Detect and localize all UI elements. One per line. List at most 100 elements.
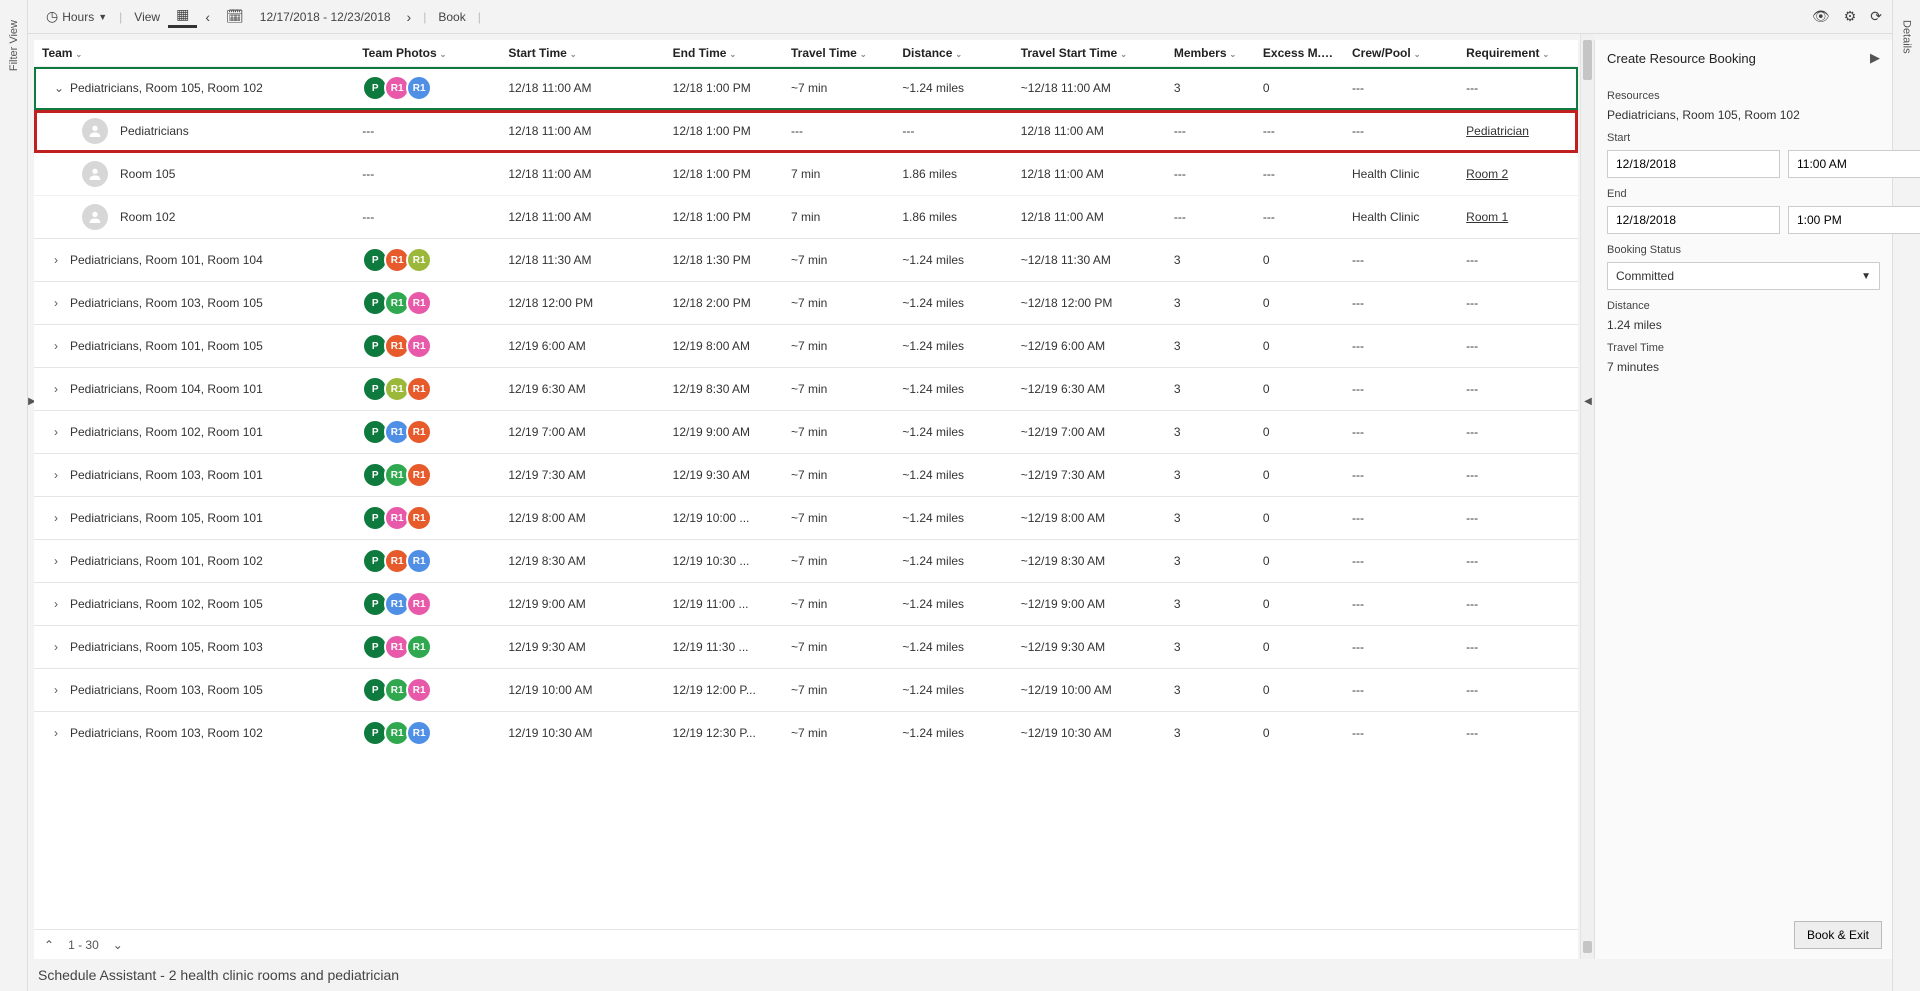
chevron-right-icon[interactable]: ›	[54, 511, 64, 525]
grid-scrollbar[interactable]	[1580, 34, 1594, 959]
start-label: Start	[1607, 132, 1880, 144]
panel-collapse-icon[interactable]: ▶	[1870, 50, 1880, 66]
distance-value: 1.24 miles	[1607, 318, 1880, 332]
chevron-right-icon[interactable]: ›	[54, 425, 64, 439]
pager-down-icon[interactable]: ⌄	[113, 938, 123, 952]
table-row[interactable]: ⌄Pediatricians, Room 105, Room 102PR1R11…	[34, 67, 1578, 110]
page-caption: Schedule Assistant - 2 health clinic roo…	[28, 959, 1892, 991]
table-row[interactable]: ›Pediatricians, Room 103, Room 102PR1R11…	[34, 712, 1578, 755]
team-photo: R1	[406, 591, 432, 617]
chevron-right-icon[interactable]: ›	[54, 554, 64, 568]
resources-value: Pediatricians, Room 105, Room 102	[1607, 108, 1880, 122]
start-date-input[interactable]	[1607, 150, 1780, 178]
team-photo: R1	[406, 548, 432, 574]
table-row[interactable]: ›Pediatricians, Room 101, Room 102PR1R11…	[34, 540, 1578, 583]
travel-value: 7 minutes	[1607, 360, 1880, 374]
calendar-icon-button[interactable]: 🗓	[218, 8, 252, 25]
end-label: End	[1607, 188, 1880, 200]
view-label: View	[126, 10, 168, 24]
travel-label: Travel Time	[1607, 342, 1880, 354]
chevron-down-icon[interactable]: ⌄	[54, 81, 64, 95]
pager-up-icon[interactable]: ⌃	[44, 938, 54, 952]
eye-icon[interactable]: 👁	[1812, 8, 1830, 25]
col-members[interactable]: Members⌄	[1166, 40, 1255, 67]
requirement-link[interactable]: Room 2	[1466, 167, 1508, 181]
table-row[interactable]: ›Pediatricians, Room 103, Room 105PR1R11…	[34, 282, 1578, 325]
panel-title: Create Resource Booking	[1607, 51, 1756, 66]
refresh-icon[interactable]: ⟳	[1870, 8, 1882, 25]
gear-icon[interactable]: ⚙	[1844, 8, 1857, 25]
col-start[interactable]: Start Time⌄	[500, 40, 664, 67]
team-photo: R1	[406, 333, 432, 359]
chevron-right-icon[interactable]: ›	[54, 339, 64, 353]
start-time-input[interactable]	[1788, 150, 1920, 178]
grid-icon: ▦	[176, 6, 189, 23]
table-row[interactable]: ›Pediatricians, Room 105, Room 101PR1R11…	[34, 497, 1578, 540]
requirement-link[interactable]: Pediatrician	[1466, 124, 1529, 138]
table-child-row[interactable]: Room 105---12/18 11:00 AM12/18 1:00 PM7 …	[34, 153, 1578, 196]
pager: ⌃ 1 - 30 ⌄	[34, 929, 1578, 959]
booking-panel: Create Resource Booking ▶ Resources Pedi…	[1594, 40, 1892, 959]
table-row[interactable]: ›Pediatricians, Room 102, Room 101PR1R11…	[34, 411, 1578, 454]
table-row[interactable]: ›Pediatricians, Room 103, Room 101PR1R11…	[34, 454, 1578, 497]
calendar-icon: 🗓	[226, 8, 244, 25]
status-label: Booking Status	[1607, 244, 1880, 256]
book-button[interactable]: Book	[430, 10, 473, 24]
col-tstart[interactable]: Travel Start Time⌄	[1013, 40, 1166, 67]
col-photos[interactable]: Team Photos⌄	[354, 40, 500, 67]
table-row[interactable]: ›Pediatricians, Room 104, Room 101PR1R11…	[34, 368, 1578, 411]
end-time-input[interactable]	[1788, 206, 1920, 234]
col-end[interactable]: End Time⌄	[665, 40, 783, 67]
hours-dropdown[interactable]: ◷ Hours ▼	[38, 8, 115, 25]
filter-view-tab[interactable]: Filter View	[0, 0, 28, 991]
prev-range-button[interactable]: ‹	[197, 9, 218, 25]
panel-expand-handle-left[interactable]: ◀	[1582, 394, 1594, 408]
chevron-right-icon[interactable]: ›	[54, 726, 64, 740]
team-photo: R1	[406, 505, 432, 531]
table-row[interactable]: ›Pediatricians, Room 102, Room 105PR1R11…	[34, 583, 1578, 626]
avatar	[82, 204, 108, 230]
pager-range: 1 - 30	[68, 938, 99, 952]
col-excess[interactable]: Excess M...⌄	[1255, 40, 1344, 67]
chevron-right-icon[interactable]: ›	[54, 683, 64, 697]
chevron-right-icon[interactable]: ›	[54, 253, 64, 267]
chevron-down-icon: ▼	[98, 12, 107, 22]
col-dist[interactable]: Distance⌄	[894, 40, 1012, 67]
toolbar: ◷ Hours ▼ | View ▦ ‹ 🗓 12/17/2018 - 12/2…	[28, 0, 1892, 34]
table-row[interactable]: ›Pediatricians, Room 101, Room 104PR1R11…	[34, 239, 1578, 282]
filter-view-label: Filter View	[8, 20, 20, 71]
status-select[interactable]: Committed ▼	[1607, 262, 1880, 290]
table-row[interactable]: ›Pediatricians, Room 103, Room 105PR1R11…	[34, 669, 1578, 712]
chevron-right-icon[interactable]: ›	[54, 382, 64, 396]
results-grid: Team⌄ Team Photos⌄ Start Time⌄ End Time⌄…	[34, 40, 1578, 959]
team-photo: R1	[406, 634, 432, 660]
table-child-row[interactable]: Room 102---12/18 11:00 AM12/18 1:00 PM7 …	[34, 196, 1578, 239]
requirement-link[interactable]: Room 1	[1466, 210, 1508, 224]
avatar	[82, 118, 108, 144]
chevron-right-icon[interactable]: ›	[54, 640, 64, 654]
col-travel[interactable]: Travel Time⌄	[783, 40, 894, 67]
chevron-right-icon[interactable]: ›	[54, 597, 64, 611]
team-photo: R1	[406, 376, 432, 402]
details-tab[interactable]: Details	[1892, 0, 1920, 991]
team-photo: R1	[406, 290, 432, 316]
col-req[interactable]: Requirement⌄	[1458, 40, 1578, 67]
distance-label: Distance	[1607, 300, 1880, 312]
next-range-button[interactable]: ›	[399, 9, 420, 25]
chevron-right-icon[interactable]: ›	[54, 296, 64, 310]
table-child-row[interactable]: Pediatricians---12/18 11:00 AM12/18 1:00…	[34, 110, 1578, 153]
details-label: Details	[1901, 20, 1913, 54]
team-photo: R1	[406, 75, 432, 101]
resources-label: Resources	[1607, 90, 1880, 102]
book-exit-button[interactable]: Book & Exit	[1794, 921, 1882, 949]
avatar	[82, 161, 108, 187]
table-row[interactable]: ›Pediatricians, Room 101, Room 105PR1R11…	[34, 325, 1578, 368]
chevron-right-icon[interactable]: ›	[54, 468, 64, 482]
chevron-left-icon: ‹	[205, 9, 210, 25]
view-grid-button[interactable]: ▦	[168, 6, 197, 28]
end-date-input[interactable]	[1607, 206, 1780, 234]
col-team[interactable]: Team⌄	[34, 40, 354, 67]
date-range[interactable]: 12/17/2018 - 12/23/2018	[252, 10, 399, 24]
col-crew[interactable]: Crew/Pool⌄	[1344, 40, 1458, 67]
table-row[interactable]: ›Pediatricians, Room 105, Room 103PR1R11…	[34, 626, 1578, 669]
